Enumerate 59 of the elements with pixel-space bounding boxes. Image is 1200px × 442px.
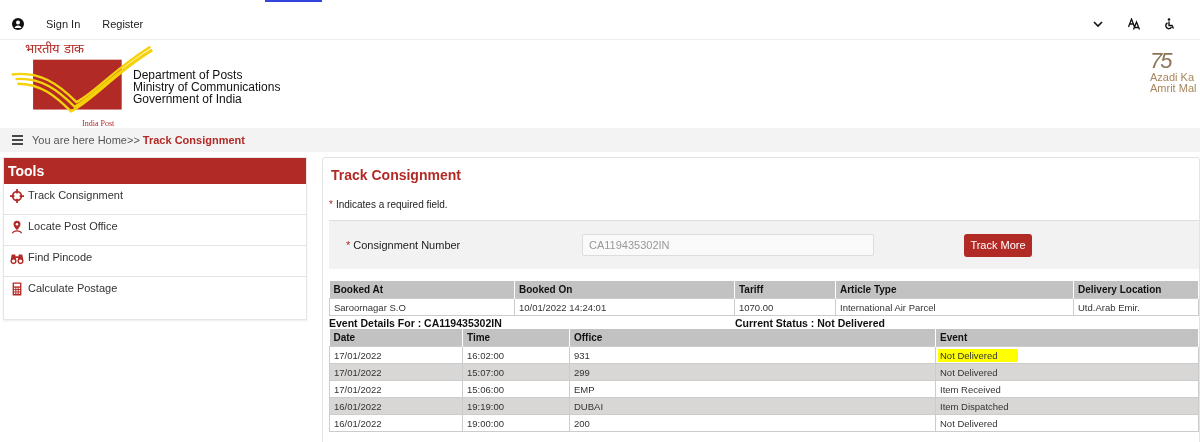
current-status: Current Status : Not Delivered — [735, 316, 885, 329]
page-title: Track Consignment — [331, 167, 462, 183]
column-header: Article Type — [835, 281, 1074, 299]
table-cell: Utd.Arab Emir. — [1073, 298, 1199, 316]
azadi-logo-number: 75 — [1150, 50, 1171, 72]
table-cell: 19:00:00 — [462, 414, 570, 432]
org-name-line: Department of Posts — [133, 69, 243, 81]
crosshair-icon — [10, 189, 24, 203]
column-header: Date — [329, 329, 463, 347]
event-details-heading: Event Details For : CA119435302IN — [329, 316, 503, 329]
azadi-logo-text: Azadi Ka — [1150, 72, 1195, 83]
table-cell: 931 — [569, 346, 936, 364]
required-mark: * — [329, 199, 333, 210]
org-name-line: Ministry of Communications — [133, 81, 281, 93]
table-cell: EMP — [569, 380, 936, 398]
calculator-icon — [10, 282, 24, 296]
column-header: Office — [569, 329, 936, 347]
top-link[interactable]: Register — [102, 17, 144, 30]
table-cell: Item Received — [935, 380, 1199, 398]
menu-icon[interactable] — [12, 135, 23, 145]
map-pin-icon — [10, 220, 24, 234]
table-cell: 1070.00 — [734, 298, 836, 316]
table-cell: 17/01/2022 — [329, 346, 463, 364]
table-cell: 15:06:00 — [462, 380, 570, 398]
tab-underline — [265, 0, 322, 2]
table-cell: International Air Parcel — [835, 298, 1074, 316]
column-header: Booked On — [514, 281, 735, 299]
accessibility-icon[interactable] — [1164, 17, 1176, 30]
table-cell: 16:02:00 — [462, 346, 570, 364]
font-size-icon[interactable] — [1128, 17, 1140, 30]
column-header: Time — [462, 329, 570, 347]
column-header: Tariff — [734, 281, 836, 299]
org-name-line: Government of India — [133, 93, 243, 105]
column-header: Delivery Location — [1073, 281, 1199, 299]
track-more-button[interactable]: Track More — [964, 233, 1032, 257]
sidebar-link[interactable]: Track Consignment — [28, 189, 123, 201]
table-cell: 10/01/2022 14:24:01 — [514, 298, 735, 316]
table-cell: 16/01/2022 — [329, 414, 463, 432]
column-header: Booked At — [329, 281, 515, 299]
highlighted-event: Not Delivered — [938, 348, 1018, 362]
sidebar-link[interactable]: Locate Post Office — [28, 220, 118, 232]
table-cell: 200 — [569, 414, 936, 432]
sidebar-link[interactable]: Find Pincode — [28, 251, 93, 263]
breadcrumb-current: Track Consignment — [142, 134, 245, 146]
table-cell: Saroornagar S.O — [329, 298, 515, 316]
table-cell: Not Delivered — [935, 414, 1199, 432]
sidebar-link[interactable]: Calculate Postage — [28, 282, 118, 294]
tools-title: Tools — [4, 158, 306, 184]
azadi-logo-text: Amrit Mal — [1150, 83, 1197, 94]
user-icon — [12, 17, 24, 30]
logo-hindi-text: भारतीय डाक — [25, 42, 85, 55]
breadcrumb-text: You are here Home>> — [32, 134, 140, 146]
logo-caption: India Post — [82, 120, 115, 128]
table-cell: 17/01/2022 — [329, 380, 463, 398]
column-header: Event — [935, 329, 1199, 347]
top-link[interactable]: Sign In — [46, 17, 81, 30]
required-mark: * — [346, 239, 351, 251]
field-label: Consignment Number — [353, 239, 461, 251]
required-note: Indicates a required field. — [335, 199, 448, 210]
